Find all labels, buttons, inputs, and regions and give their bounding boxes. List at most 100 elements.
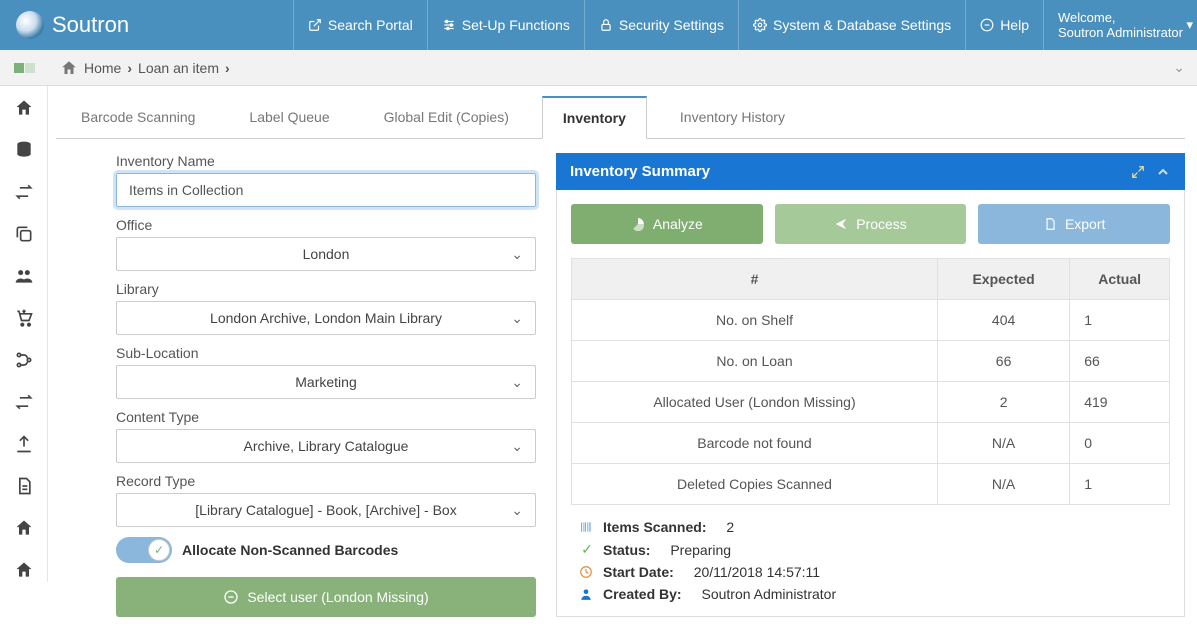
process-label: Process	[856, 216, 907, 232]
row-label: Deleted Copies Scanned	[572, 464, 938, 505]
row-label: Barcode not found	[572, 423, 938, 464]
sidebar-cart-icon[interactable]	[12, 306, 36, 330]
created-by-label: Created By:	[603, 586, 682, 602]
sidebar-home2-icon[interactable]	[12, 516, 36, 540]
top-nav: Soutron Search Portal Set-Up Functions S…	[0, 0, 1197, 50]
breadcrumb-home[interactable]: Home	[84, 60, 121, 76]
col-hash: #	[572, 259, 938, 300]
file-icon	[1043, 217, 1057, 231]
analyze-label: Analyze	[653, 216, 703, 232]
nav-help[interactable]: Help	[965, 0, 1043, 50]
content-type-select[interactable]: Archive, Library Catalogue ⌄	[116, 429, 536, 463]
check-icon: ✓	[148, 539, 170, 561]
col-expected: Expected	[937, 259, 1069, 300]
home-icon[interactable]	[60, 59, 78, 77]
library-label: Library	[116, 281, 536, 297]
expand-icon[interactable]	[1131, 165, 1145, 179]
library-value: London Archive, London Main Library	[210, 310, 442, 326]
export-label: Export	[1065, 216, 1105, 232]
summary-footer: Items Scanned: 2 ✓ Status: Preparing	[571, 519, 1170, 602]
tab-label-queue[interactable]: Label Queue	[228, 96, 350, 139]
tab-global-edit[interactable]: Global Edit (Copies)	[363, 96, 530, 139]
sidebar-users-icon[interactable]	[12, 264, 36, 288]
sidebar-document-icon[interactable]	[12, 474, 36, 498]
select-user-button[interactable]: Select user (London Missing)	[116, 577, 536, 617]
help-icon	[980, 18, 994, 32]
sidebar-swap-icon[interactable]	[12, 390, 36, 414]
summary-title: Inventory Summary	[570, 163, 710, 180]
tab-inventory-history[interactable]: Inventory History	[659, 96, 806, 139]
record-type-select[interactable]: [Library Catalogue] - Book, [Archive] - …	[116, 493, 536, 527]
items-scanned-label: Items Scanned:	[603, 519, 706, 535]
welcome-label: Welcome,	[1058, 10, 1183, 25]
welcome-user: Soutron Administrator	[1058, 25, 1183, 40]
nav-search-portal-label: Search Portal	[328, 17, 413, 33]
breadcrumb-bar: Home › Loan an item › ⌄	[0, 50, 1197, 86]
row-label: No. on Loan	[572, 341, 938, 382]
items-scanned-value: 2	[726, 519, 734, 535]
nav-setup-functions[interactable]: Set-Up Functions	[427, 0, 584, 50]
sliders-icon	[442, 18, 456, 32]
inventory-summary-panel: Inventory Summary Analyze	[556, 153, 1185, 617]
status-label: Status:	[603, 542, 650, 558]
chevron-down-icon: ⌄	[511, 310, 523, 327]
library-select[interactable]: London Archive, London Main Library ⌄	[116, 301, 536, 335]
sidebar-database-icon[interactable]	[12, 138, 36, 162]
table-row: No. on Loan 66 66	[572, 341, 1170, 382]
brand-logo-icon	[16, 11, 44, 39]
nav-help-label: Help	[1000, 17, 1029, 33]
tab-barcode-scanning[interactable]: Barcode Scanning	[60, 96, 216, 139]
office-select[interactable]: London ⌄	[116, 237, 536, 271]
chevron-down-icon: ⌄	[511, 246, 523, 263]
inventory-name-input[interactable]	[129, 182, 523, 198]
sidebar-upload-icon[interactable]	[12, 432, 36, 456]
row-actual: 1	[1070, 300, 1170, 341]
nav-system-db-settings-label: System & Database Settings	[773, 17, 951, 33]
sidebar-branch-icon[interactable]	[12, 348, 36, 372]
chevron-down-icon: ⌄	[511, 374, 523, 391]
content-type-value: Archive, Library Catalogue	[244, 438, 409, 454]
brand: Soutron	[0, 0, 145, 50]
barcode-icon	[579, 520, 595, 534]
nav-system-db-settings[interactable]: System & Database Settings	[738, 0, 965, 50]
row-actual: 419	[1070, 382, 1170, 423]
row-expected: 66	[937, 341, 1069, 382]
tab-inventory[interactable]: Inventory	[542, 96, 647, 139]
status-value: Preparing	[670, 542, 731, 558]
process-button[interactable]: Process	[775, 204, 967, 244]
sublocation-select[interactable]: Marketing ⌄	[116, 365, 536, 399]
start-date-label: Start Date:	[603, 564, 674, 580]
check-icon: ✓	[579, 541, 595, 558]
sidebar-home-icon[interactable]	[12, 96, 36, 120]
row-actual: 0	[1070, 423, 1170, 464]
gear-icon	[753, 18, 767, 32]
nav-security-settings[interactable]: Security Settings	[584, 0, 738, 50]
table-row: Deleted Copies Scanned N/A 1	[572, 464, 1170, 505]
brand-name: Soutron	[52, 12, 129, 38]
nav-search-portal[interactable]: Search Portal	[293, 0, 427, 50]
analyze-button[interactable]: Analyze	[571, 204, 763, 244]
allocate-toggle[interactable]: ✓	[116, 537, 172, 563]
sidebar-home3-icon[interactable]	[12, 558, 36, 582]
export-button[interactable]: Export	[978, 204, 1170, 244]
breadcrumb-sep-2: ›	[225, 60, 230, 76]
nav-security-settings-label: Security Settings	[619, 17, 724, 33]
breadcrumb-collapse-icon[interactable]: ⌄	[1161, 59, 1197, 76]
inventory-name-input-wrap[interactable]	[116, 173, 536, 207]
record-type-value: [Library Catalogue] - Book, [Archive] - …	[195, 502, 456, 518]
col-actual: Actual	[1070, 259, 1170, 300]
table-row: Allocated User (London Missing) 2 419	[572, 382, 1170, 423]
sidebar-copy-icon[interactable]	[12, 222, 36, 246]
collapse-icon[interactable]	[1155, 164, 1171, 180]
user-menu[interactable]: Welcome, Soutron Administrator ▾	[1043, 0, 1197, 50]
select-user-label: Select user (London Missing)	[247, 589, 428, 605]
chevron-down-icon: ⌄	[511, 438, 523, 455]
minus-circle-icon	[223, 589, 239, 605]
breadcrumb-loan[interactable]: Loan an item	[138, 60, 219, 76]
user-icon	[579, 587, 595, 601]
row-expected: 2	[937, 382, 1069, 423]
row-actual: 1	[1070, 464, 1170, 505]
lock-icon	[599, 18, 613, 32]
sidebar-transfer-icon[interactable]	[12, 180, 36, 204]
chevron-down-icon: ⌄	[511, 502, 523, 519]
